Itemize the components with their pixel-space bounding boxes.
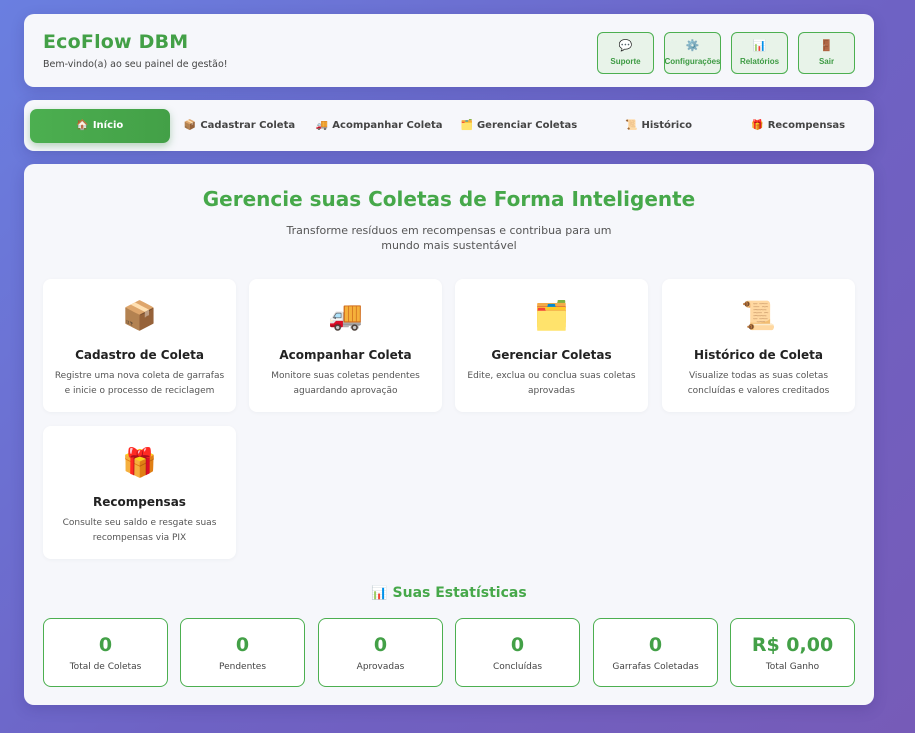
stat-total-ganho: R$ 0,00 Total Ganho [730, 618, 855, 687]
scroll-icon: 📜 [741, 299, 776, 332]
settings-button[interactable]: ⚙️ Configurações [664, 32, 721, 74]
stat-value: 0 [235, 634, 250, 656]
tab-label: Início [92, 120, 124, 131]
tab-cadastrar-coleta[interactable]: 📦 Cadastrar Coleta [170, 109, 310, 143]
tab-label: Acompanhar Coleta [332, 120, 443, 131]
stat-total-coletas: 0 Total de Coletas [43, 618, 168, 687]
logout-button[interactable]: 🚪 Sair [798, 32, 855, 74]
header-actions: 💬 Suporte ⚙️ Configurações 📊 Relatórios … [597, 32, 855, 74]
feature-card-gerenciar[interactable]: 🗂️ Gerenciar Coletas Edite, exclua ou co… [455, 279, 648, 412]
feature-card-acompanhar[interactable]: 🚚 Acompanhar Coleta Monitore suas coleta… [249, 279, 442, 412]
stat-value: 0 [510, 634, 525, 656]
stat-label: Garrafas Coletadas [612, 662, 699, 672]
package-icon: 📦 [183, 120, 197, 131]
feature-description: Monitore suas coletas pendentes aguardan… [271, 371, 420, 396]
stat-label: Total Ganho [765, 662, 820, 672]
tab-label: Cadastrar Coleta [200, 120, 296, 131]
main-nav: 🏠 Início 📦 Cadastrar Coleta 🚚 Acompanhar… [24, 100, 874, 151]
stat-label: Aprovadas [356, 662, 405, 672]
app-title: EcoFlow DBM [43, 31, 189, 53]
support-button[interactable]: 💬 Suporte [597, 32, 654, 74]
tab-historico[interactable]: 📜 Histórico [589, 109, 729, 143]
feature-title: Recompensas [93, 495, 186, 509]
truck-icon: 🚚 [328, 299, 363, 332]
tab-inicio[interactable]: 🏠 Início [30, 108, 170, 143]
gear-icon: ⚙️ [685, 39, 700, 52]
tab-gerenciar-coletas[interactable]: 🗂️ Gerenciar Coletas [449, 109, 589, 143]
bar-chart-icon: 📊 [752, 39, 767, 52]
feature-description: Visualize todas as suas coletas concluíd… [687, 371, 830, 396]
bar-chart-icon: 📊 [371, 586, 388, 601]
feature-title: Cadastro de Coleta [75, 348, 204, 362]
page-title: Gerencie suas Coletas de Forma Inteligen… [202, 187, 696, 211]
feature-title: Histórico de Coleta [694, 348, 823, 362]
stat-value: 0 [373, 634, 388, 656]
stats-heading-label: Suas Estatísticas [392, 585, 527, 601]
stat-garrafas-coletadas: 0 Garrafas Coletadas [593, 618, 718, 687]
tab-label: Recompensas [767, 120, 846, 131]
gift-icon: 🎁 [122, 446, 157, 479]
feature-description: Registre uma nova coleta de garrafas e i… [54, 371, 225, 396]
house-icon: 🏠 [76, 120, 89, 131]
speech-bubble-icon: 💬 [618, 39, 633, 52]
tab-acompanhar-coleta[interactable]: 🚚 Acompanhar Coleta [309, 109, 449, 143]
gift-icon: 🎁 [751, 120, 764, 131]
feature-card-cadastro[interactable]: 📦 Cadastro de Coleta Registre uma nova c… [43, 279, 236, 412]
support-button-label: Suporte [610, 57, 641, 66]
feature-card-recompensas[interactable]: 🎁 Recompensas Consulte seu saldo e resga… [43, 426, 236, 559]
stat-label: Pendentes [218, 662, 267, 672]
stat-label: Concluídas [492, 662, 543, 672]
truck-icon: 🚚 [315, 120, 329, 131]
tab-label: Histórico [641, 120, 693, 131]
stat-label: Total de Coletas [69, 662, 142, 672]
feature-title: Gerenciar Coletas [491, 348, 612, 362]
main-content: Gerencie suas Coletas de Forma Inteligen… [24, 164, 874, 705]
stat-value: R$ 0,00 [751, 634, 834, 656]
door-icon: 🚪 [819, 39, 834, 52]
folder-icon: 🗂️ [534, 299, 569, 332]
welcome-text: Bem-vindo(a) ao seu painel de gestão! [43, 59, 228, 70]
stat-pendentes: 0 Pendentes [180, 618, 305, 687]
reports-button-label: Relatórios [739, 57, 780, 66]
stats-heading: 📊 Suas Estatísticas [24, 585, 874, 601]
stat-value: 0 [648, 634, 663, 656]
logout-button-label: Sair [818, 57, 835, 66]
header-card: EcoFlow DBM Bem-vindo(a) ao seu painel d… [24, 14, 874, 87]
reports-button[interactable]: 📊 Relatórios [731, 32, 788, 74]
scroll-icon: 📜 [625, 120, 638, 131]
feature-title: Acompanhar Coleta [279, 348, 412, 362]
folder-icon: 🗂️ [460, 120, 473, 131]
stat-value: 0 [98, 634, 113, 656]
package-icon: 📦 [122, 299, 157, 332]
stat-concluidas: 0 Concluídas [455, 618, 580, 687]
page-subtitle: Transforme resíduos em recompensas e con… [286, 224, 612, 252]
brand: EcoFlow DBM Bem-vindo(a) ao seu painel d… [43, 31, 228, 70]
feature-description: Consulte seu saldo e resgate suas recomp… [62, 518, 217, 543]
feature-description: Edite, exclua ou conclua suas coletas ap… [467, 371, 636, 396]
settings-button-label: Configurações [664, 57, 721, 66]
stat-aprovadas: 0 Aprovadas [318, 618, 443, 687]
tab-recompensas[interactable]: 🎁 Recompensas [728, 109, 868, 143]
tab-label: Gerenciar Coletas [476, 120, 578, 131]
feature-card-historico[interactable]: 📜 Histórico de Coleta Visualize todas as… [662, 279, 855, 412]
